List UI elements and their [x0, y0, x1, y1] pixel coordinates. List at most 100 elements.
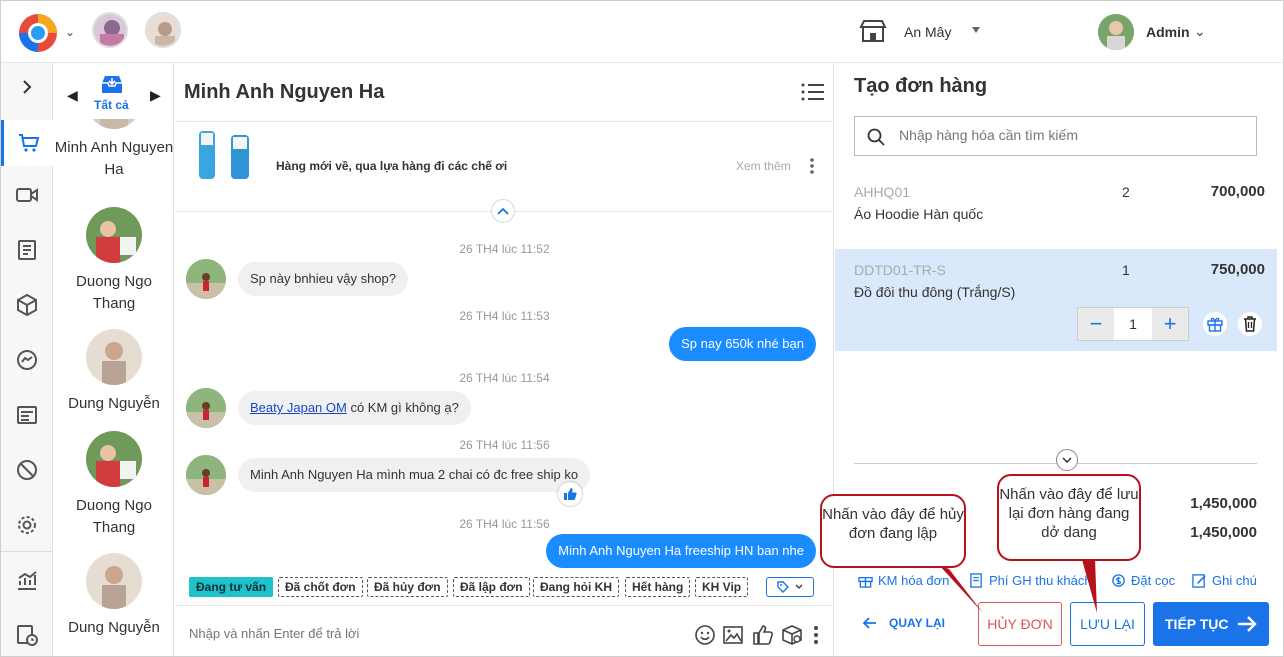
see-more-link[interactable]: Xem thêm	[736, 159, 791, 173]
delete-button[interactable]	[1238, 312, 1262, 336]
tag-item[interactable]: Đã chốt đơn	[278, 577, 363, 597]
sidebar-item-orders[interactable]	[1, 120, 53, 166]
reply-input[interactable]	[189, 626, 679, 641]
avatar	[86, 431, 142, 487]
app-logo-icon[interactable]	[17, 12, 59, 54]
chevron-down-icon[interactable]: ⌄	[65, 25, 75, 39]
message-text: có KM gì không ạ?	[350, 400, 459, 415]
gift-icon	[858, 577, 873, 588]
avatar	[86, 553, 142, 609]
product-name: Áo Hoodie Hàn quốc	[854, 206, 984, 222]
post-text: Hàng mới về, qua lựa hàng đi các chế ơi	[276, 159, 508, 173]
gear-icon	[18, 516, 36, 534]
chevron-down-icon	[795, 584, 803, 589]
page-avatar[interactable]	[145, 12, 181, 48]
list-item[interactable]: Duong Ngo Thang	[54, 207, 173, 315]
filter-label[interactable]: Tất cả	[94, 98, 129, 112]
app-window: ⌄ An Mây Admin ⌄ Minh Anh Nguyen Ha Duon…	[0, 0, 1284, 657]
chat-panel: Minh Anh Nguyen Ha Hàng mới về, qua lựa …	[175, 63, 834, 656]
quantity-value[interactable]: 1	[1114, 308, 1152, 340]
next-filter-button[interactable]: ▶	[150, 87, 161, 104]
save-hint-callout: Nhấn vào đây để lưu lại đơn hàng đang dở…	[997, 474, 1141, 561]
sidebar-item-messenger[interactable]	[1, 340, 53, 380]
thumbs-up-icon[interactable]	[752, 624, 774, 646]
gift-button[interactable]	[1203, 312, 1227, 336]
deposit-option[interactable]: Đặt cọc	[1111, 573, 1175, 588]
inbox-icon	[102, 76, 122, 93]
expand-sidebar-button[interactable]	[1, 67, 53, 107]
conversation-name: Dung Nguyễn	[68, 395, 160, 412]
message-timestamp: 26 TH4 lúc 11:54	[459, 371, 550, 385]
note-option[interactable]: Ghi chú	[1192, 573, 1257, 588]
continue-label: TIẾP TỤC	[1165, 616, 1229, 632]
store-name[interactable]: An Mây	[904, 24, 951, 40]
avatar	[186, 388, 226, 428]
quantity-stepper: − 1 +	[1077, 307, 1189, 341]
tag-item[interactable]: Đang hỏi KH	[533, 577, 619, 597]
tag-item[interactable]: Đã hủy đơn	[367, 577, 448, 597]
tag-item[interactable]: KH Vip	[695, 577, 749, 597]
tag-item[interactable]: Đang tư vấn	[189, 577, 274, 597]
sidebar-item-video[interactable]	[1, 175, 53, 215]
save-order-button[interactable]: LƯU LẠI	[1070, 602, 1145, 646]
collapse-post-button[interactable]	[491, 199, 515, 223]
total-value: 1,450,000	[1190, 524, 1257, 541]
avatar	[186, 455, 226, 495]
continue-button[interactable]: TIẾP TỤC	[1153, 602, 1269, 646]
emoji-icon[interactable]	[694, 624, 716, 646]
admin-name[interactable]: Admin	[1146, 24, 1190, 40]
page-mention-link[interactable]: Beaty Japan OM	[250, 400, 347, 415]
sidebar-item-history[interactable]	[1, 615, 53, 655]
like-reaction[interactable]	[558, 482, 582, 506]
page-avatar[interactable]	[92, 12, 128, 48]
sidebar-item-customers[interactable]	[1, 395, 53, 435]
sidebar-item-reports[interactable]	[1, 560, 53, 600]
more-vertical-icon[interactable]	[811, 624, 821, 646]
list-item[interactable]: Dung Nguyễn	[54, 329, 173, 415]
conversation-name: Duong Ngo Thang	[76, 273, 152, 312]
cancel-order-button[interactable]: HỦY ĐƠN	[978, 602, 1062, 646]
list-item[interactable]: Duong Ngo Thang	[54, 431, 173, 539]
image-icon[interactable]	[722, 624, 744, 646]
list-item[interactable]: Dung Nguyễn	[54, 553, 173, 639]
sidebar-rail	[1, 63, 53, 656]
sidebar-item-settings[interactable]	[1, 505, 53, 545]
product-price: 700,000	[1210, 183, 1265, 200]
note-icon	[1192, 574, 1206, 588]
messenger-icon	[17, 350, 37, 370]
outgoing-message: Sp nay 650k nhé bạn	[669, 327, 816, 361]
product-box-icon[interactable]	[781, 624, 803, 646]
decrease-button[interactable]: −	[1078, 308, 1114, 340]
document-icon	[970, 573, 982, 588]
note-label: Ghi chú	[1212, 573, 1257, 588]
avatar	[86, 207, 142, 263]
back-button[interactable]: QUAY LẠI	[863, 616, 945, 630]
divider	[175, 121, 834, 122]
video-icon	[16, 188, 38, 202]
sidebar-item-blocked[interactable]	[1, 450, 53, 490]
sidebar-item-notes[interactable]	[1, 230, 53, 270]
block-icon	[17, 460, 37, 480]
promo-option[interactable]: KM hóa đơn	[858, 573, 949, 588]
post-thumbnail[interactable]	[195, 129, 265, 183]
tag-dropdown-button[interactable]	[766, 577, 814, 597]
reply-bar	[175, 605, 834, 656]
subtotal-value: 1,450,000	[1190, 495, 1257, 512]
sidebar-item-products[interactable]	[1, 285, 53, 325]
prev-filter-button[interactable]: ◀	[67, 87, 78, 104]
expand-summary-button[interactable]	[1056, 449, 1078, 471]
document-icon	[18, 240, 36, 260]
search-input[interactable]	[899, 127, 1239, 143]
list-menu-icon[interactable]	[801, 82, 825, 102]
product-name: Đồ đôi thu đông (Trắng/S)	[854, 284, 1016, 300]
caret-down-icon[interactable]	[972, 27, 980, 33]
shipping-option[interactable]: Phí GH thu khách	[969, 573, 1092, 588]
chevron-down-icon[interactable]: ⌄	[1194, 23, 1206, 40]
product-qty: 1	[1122, 262, 1130, 278]
tag-item[interactable]: Đã lập đơn	[453, 577, 530, 597]
tag-item[interactable]: Hết hàng	[625, 577, 691, 597]
avatar	[86, 329, 142, 385]
increase-button[interactable]: +	[1152, 308, 1188, 340]
avatar[interactable]	[1098, 14, 1134, 50]
more-vertical-icon[interactable]	[809, 157, 815, 175]
